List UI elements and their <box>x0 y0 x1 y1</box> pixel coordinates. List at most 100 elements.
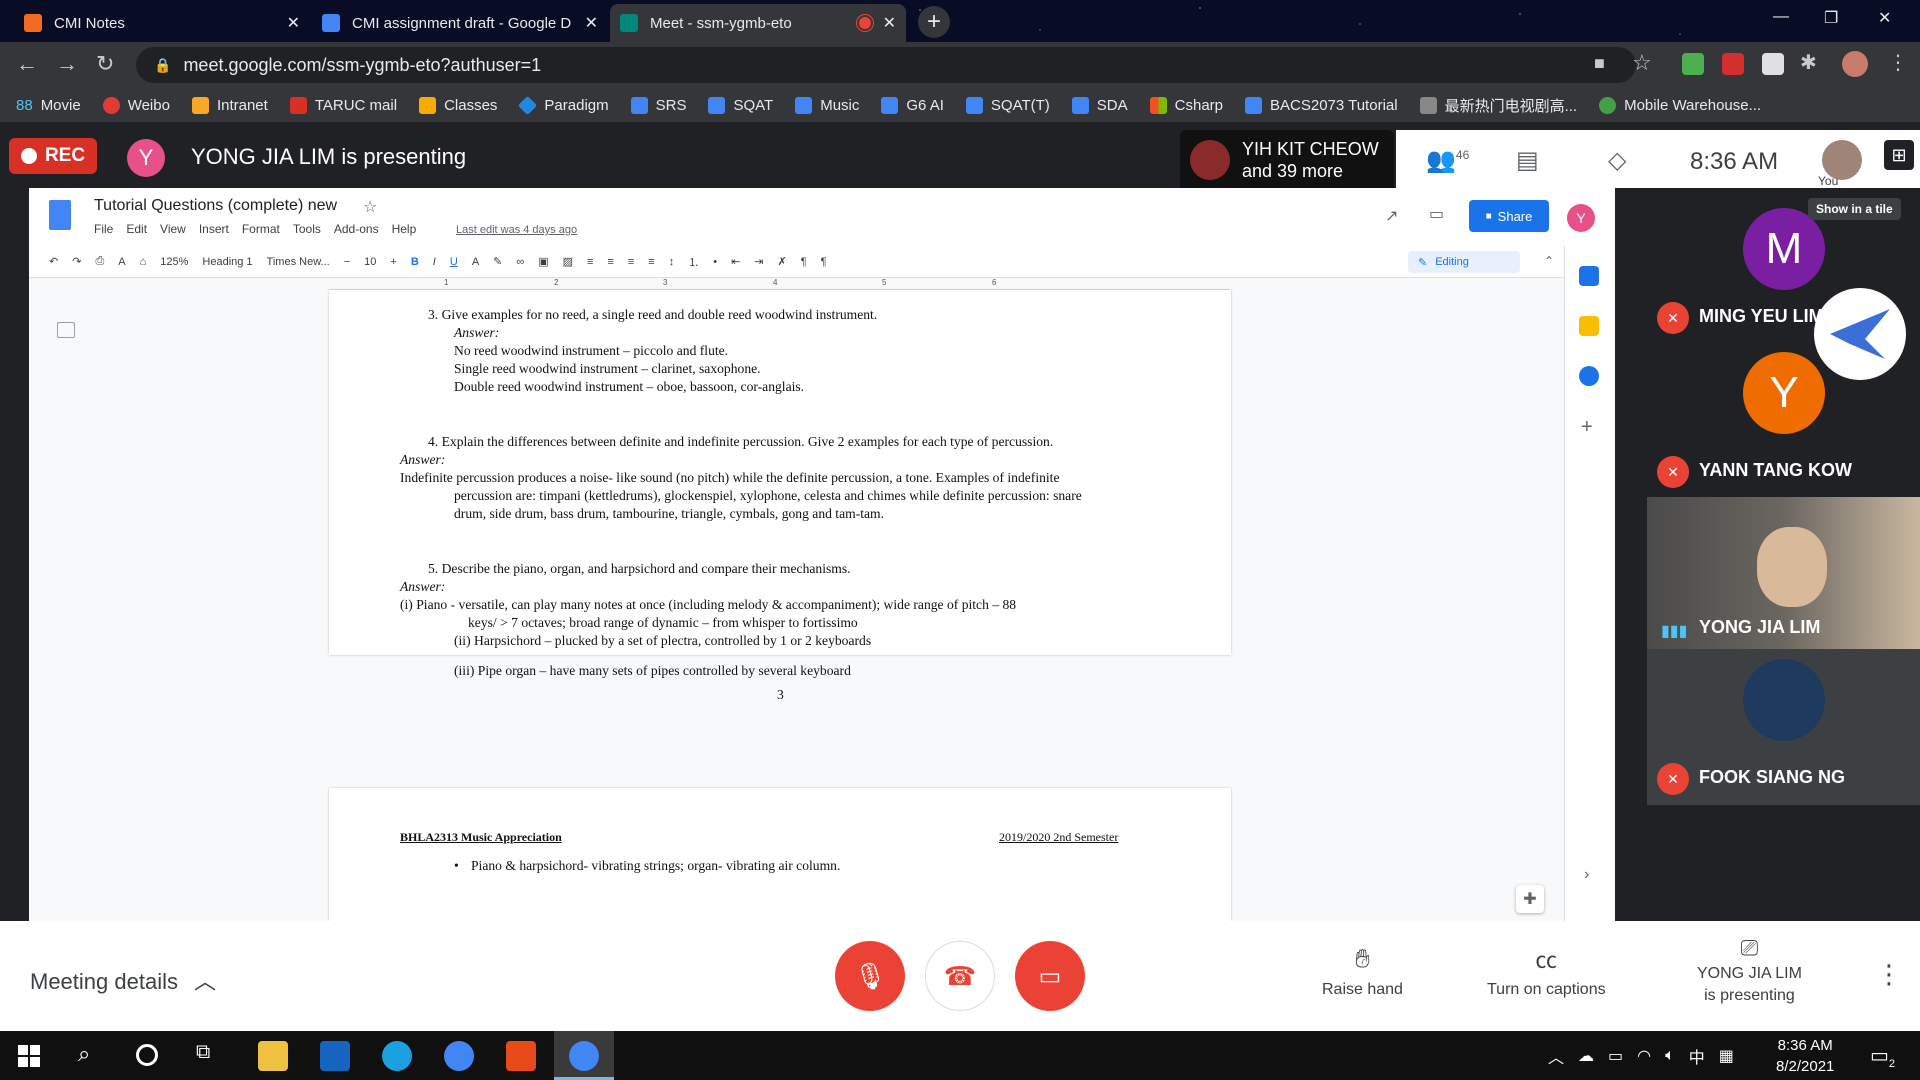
leave-call-button[interactable]: ☎︎ <box>925 941 995 1011</box>
align-right-icon[interactable]: ≡ <box>628 256 634 268</box>
line-spacing-icon[interactable]: ↕ <box>669 256 675 268</box>
chrome-active-task[interactable] <box>554 1031 614 1080</box>
paint-format-icon[interactable]: ⌂ <box>140 256 147 268</box>
undo-icon[interactable]: ↶ <box>49 255 58 268</box>
camera-toggle-button[interactable]: ▭ <box>1015 941 1085 1011</box>
justify-icon[interactable]: ≡ <box>648 256 654 268</box>
bookmark-intranet[interactable]: Intranet <box>191 96 268 114</box>
activities-icon[interactable]: ◇ <box>1608 146 1626 175</box>
taskbar-clock[interactable]: 8:36 AM 8/2/2021 <box>1776 1035 1834 1077</box>
zoom-select[interactable]: 125% <box>160 256 188 268</box>
menu-view[interactable]: View <box>160 222 186 236</box>
menu-insert[interactable]: Insert <box>199 222 229 236</box>
star-icon[interactable]: ☆ <box>363 197 377 217</box>
keep-icon[interactable] <box>1579 316 1599 336</box>
mic-toggle-button[interactable]: 🎙︎ <box>835 941 905 1011</box>
menu-format[interactable]: Format <box>242 222 280 236</box>
menu-file[interactable]: File <box>94 222 113 236</box>
ime-indicator[interactable]: 中 <box>1689 1044 1705 1068</box>
bookmark-sqat[interactable]: SQAT <box>708 96 773 114</box>
chrome-icon[interactable] <box>444 1041 474 1071</box>
close-icon[interactable]: ✕ <box>287 13 300 33</box>
bookmark-bacs2073[interactable]: BACS2073 Tutorial <box>1245 96 1398 114</box>
participant-video-tile[interactable]: ▮▮▮ YONG JIA LIM <box>1647 497 1920 649</box>
puzzle-icon[interactable]: ✱ <box>1800 50 1817 75</box>
menu-add-ons[interactable]: Add-ons <box>334 222 379 236</box>
style-select[interactable]: Heading 1 <box>202 256 252 268</box>
windows-start-icon[interactable] <box>18 1045 40 1067</box>
comment-add-icon[interactable]: ▣ <box>538 255 548 268</box>
participant-tile[interactable]: ✕ FOOK SIANG NG <box>1647 649 1920 805</box>
bookmark-csharp[interactable]: Csharp <box>1149 96 1223 114</box>
pdf-extension-icon[interactable] <box>1722 53 1744 75</box>
tab-cmi-assignment[interactable]: CMI assignment draft - Google D ✕ <box>312 4 608 42</box>
redo-icon[interactable]: ↷ <box>72 255 81 268</box>
outline-icon[interactable] <box>57 322 75 338</box>
wifi-icon[interactable]: ◠ <box>1637 1046 1651 1066</box>
bold-icon[interactable]: B <box>411 256 419 268</box>
chat-icon[interactable]: ▤ <box>1516 146 1539 175</box>
bookmark-music[interactable]: Music <box>795 96 859 114</box>
back-icon[interactable]: ← <box>16 51 38 77</box>
profile-avatar[interactable] <box>1842 51 1868 77</box>
menu-edit[interactable]: Edit <box>126 222 147 236</box>
close-icon[interactable]: ✕ <box>883 13 896 33</box>
tab-cmi-notes[interactable]: CMI Notes ✕ <box>14 4 310 42</box>
tasks-icon[interactable] <box>1579 366 1599 386</box>
forward-icon[interactable]: → <box>56 51 78 77</box>
security-icon[interactable] <box>320 1041 350 1071</box>
indent-decrease-icon[interactable]: ⇤ <box>731 255 740 268</box>
bookmark-g6-ai[interactable]: G6 AI <box>881 96 944 114</box>
text-color-icon[interactable]: A <box>472 256 479 268</box>
menu-tools[interactable]: Tools <box>293 222 321 236</box>
people-icon[interactable]: 👥46 <box>1426 146 1469 175</box>
bookmark-srs[interactable]: SRS <box>630 96 686 114</box>
captions-button[interactable]: ㏄ Turn on captions <box>1487 943 1606 999</box>
office-icon[interactable] <box>506 1041 536 1071</box>
comment-icon[interactable]: ▭ <box>1429 204 1444 224</box>
docs-icon[interactable] <box>49 200 71 230</box>
image-icon[interactable]: ▨ <box>563 255 573 268</box>
font-select[interactable]: Times New... <box>267 256 330 268</box>
italic-icon[interactable]: I <box>433 256 436 268</box>
bookmark-classes[interactable]: Classes <box>419 96 497 114</box>
layout-grid-icon[interactable]: ⊞ <box>1884 140 1914 170</box>
more-options-icon[interactable]: ⋮ <box>1876 959 1902 990</box>
volume-icon[interactable]: 🔈︎ <box>1665 1047 1675 1065</box>
bookmark-mobile-warehouse[interactable]: Mobile Warehouse... <box>1599 96 1761 114</box>
align-center-icon[interactable]: ≡ <box>607 256 613 268</box>
bookmark-sda[interactable]: SDA <box>1071 96 1128 114</box>
window-close-icon[interactable]: ✕ <box>1878 8 1891 28</box>
browser-menu-icon[interactable]: ⋮ <box>1888 50 1908 75</box>
spellcheck-icon[interactable]: A <box>118 256 125 268</box>
ltr-icon[interactable]: ¶ <box>801 256 807 268</box>
calendar-icon[interactable] <box>1579 266 1599 286</box>
raise-hand-button[interactable]: ✋︎ Raise hand <box>1322 943 1403 999</box>
activity-icon[interactable]: ↗ <box>1385 206 1398 226</box>
battery-icon[interactable]: ▭ <box>1608 1046 1623 1066</box>
meeting-details-button[interactable]: Meeting details ︿ <box>30 964 216 996</box>
highlight-icon[interactable]: ✎ <box>493 255 502 268</box>
cortana-icon[interactable] <box>136 1044 158 1066</box>
task-view-icon[interactable]: ⧉ <box>196 1041 210 1064</box>
menu-help[interactable]: Help <box>392 222 417 236</box>
doc-title[interactable]: Tutorial Questions (complete) new <box>94 197 337 215</box>
maximize-icon[interactable]: ❐ <box>1824 8 1838 28</box>
print-icon[interactable]: ⎙ <box>95 255 104 268</box>
bookmark-movie[interactable]: 88 Movie <box>16 97 81 114</box>
indent-increase-icon[interactable]: ⇥ <box>754 255 763 268</box>
bookmark-tv-drama[interactable]: 最新热门电视剧高... <box>1419 95 1577 116</box>
new-tab-button[interactable]: + <box>918 6 950 38</box>
featured-participant[interactable]: YIH KIT CHEOW and 39 more <box>1180 130 1394 190</box>
bookmark-weibo[interactable]: Weibo <box>102 96 170 114</box>
close-icon[interactable]: ✕ <box>585 13 598 33</box>
floating-bird-widget[interactable] <box>1814 288 1906 380</box>
bookmark-taruc-mail[interactable]: TARUC mail <box>289 96 397 114</box>
underline-icon[interactable]: U <box>450 256 458 268</box>
file-explorer-icon[interactable] <box>258 1041 288 1071</box>
share-button[interactable]: ■ Share <box>1469 200 1549 232</box>
numbered-list-icon[interactable]: ⒈ <box>688 254 699 270</box>
add-icon[interactable]: + <box>1581 416 1593 439</box>
notification-icon[interactable]: ▭2 <box>1870 1043 1895 1070</box>
chevron-right-icon[interactable]: › <box>1584 866 1589 884</box>
